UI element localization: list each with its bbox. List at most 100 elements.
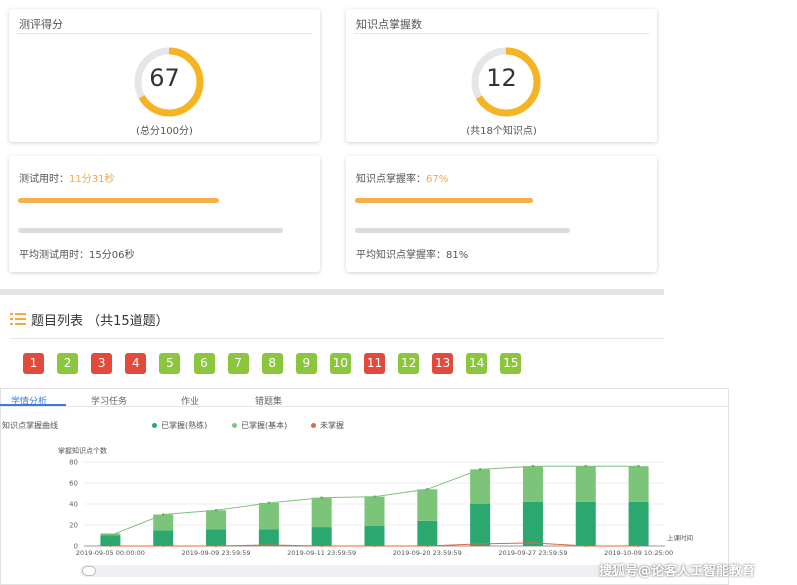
- bar-basic: [258, 502, 279, 530]
- question-button-9[interactable]: 9: [295, 353, 317, 374]
- total-point: [478, 468, 482, 471]
- total-point: [531, 464, 535, 468]
- question-button-12[interactable]: 12: [398, 353, 420, 374]
- mastery-chart: 掌握知识点个数0204060802019-09-05 00:00:00 2019-…: [58, 446, 693, 557]
- list-icon: [10, 311, 26, 325]
- x-tick-label: 2019-10-09 10:25:00: [604, 549, 673, 557]
- bar-skilled: [417, 520, 438, 546]
- rate-label: 知识点掌握率：: [356, 174, 426, 185]
- bar-basic: [522, 466, 543, 502]
- question-button-3[interactable]: 3: [91, 353, 113, 374]
- bar-skilled: [364, 526, 385, 546]
- legend-dot: [232, 423, 237, 428]
- knowledge-card: 知识点掌握数 12 (共18个知识点): [346, 9, 657, 142]
- tab-wrong-questions[interactable]: 错题集: [255, 394, 282, 407]
- watermark: 搜狐号@论客人工智能教育: [599, 564, 756, 579]
- bar-basic: [575, 466, 596, 502]
- question-button-13[interactable]: 13: [432, 353, 454, 374]
- legend-not-mastered: 未掌握: [311, 420, 344, 431]
- knowledge-value: 12: [486, 64, 517, 92]
- tab-tasks[interactable]: 学习任务: [91, 394, 127, 407]
- not-mastered-point: [373, 545, 376, 547]
- question-button-15[interactable]: 15: [500, 353, 522, 374]
- not-mastered-point: [215, 545, 218, 547]
- avg-time-stat: 平均测试用时：15分06秒: [19, 250, 135, 261]
- avg-rate-progress-bar: [355, 228, 570, 233]
- question-button-8[interactable]: 8: [261, 353, 283, 374]
- time-label: 测试用时：: [19, 174, 69, 185]
- bar-skilled: [258, 529, 279, 546]
- rate-stat: 知识点掌握率：67%: [356, 170, 448, 185]
- bar-skilled: [206, 529, 227, 546]
- bar-basic: [417, 489, 438, 521]
- total-point: [320, 496, 323, 499]
- x-tick-label: 2019-09-20 23:59:59: [393, 549, 462, 557]
- question-button-7[interactable]: 7: [227, 353, 249, 374]
- time-stat: 测试用时：11分31秒: [19, 170, 114, 185]
- x-axis-label: 上课时间: [667, 533, 693, 542]
- question-button-4[interactable]: 4: [125, 353, 147, 374]
- legend-label: 未掌握: [320, 421, 344, 430]
- not-mastered-point: [426, 545, 429, 547]
- divider: [10, 338, 664, 339]
- x-tick-label: 2019-09-09 23:59:59: [182, 549, 251, 557]
- not-mastered-point: [109, 545, 112, 547]
- legend-label: 已掌握(熟练): [161, 421, 208, 430]
- total-point: [426, 488, 429, 491]
- x-tick-label: 2019-09-05 00:00:00: [76, 549, 145, 557]
- total-point: [584, 464, 588, 468]
- y-axis-label: 掌握知识点个数: [58, 446, 107, 455]
- bar-skilled: [153, 530, 174, 546]
- bar-skilled: [575, 501, 596, 546]
- score-sub: (总分100分): [136, 126, 193, 137]
- not-mastered-point: [479, 542, 482, 545]
- time-value: 11分31秒: [69, 174, 115, 185]
- bar-skilled: [470, 504, 491, 546]
- time-card: 测试用时：11分31秒 平均测试用时：15分06秒: [9, 156, 320, 272]
- legend-skilled: 已掌握(熟练): [152, 420, 207, 431]
- bar-basic: [628, 466, 649, 502]
- bar-skilled: [522, 501, 543, 546]
- total-point: [161, 513, 165, 516]
- bar-basic: [311, 497, 332, 528]
- bar-basic: [470, 469, 491, 504]
- not-mastered-point: [320, 545, 323, 547]
- avg-rate-stat: 平均知识点掌握率：81%: [356, 250, 469, 261]
- legend-basic: 已掌握(基本): [232, 420, 287, 431]
- tab-homework[interactable]: 作业: [181, 394, 199, 407]
- question-button-10[interactable]: 10: [329, 353, 351, 374]
- not-mastered-point: [267, 543, 270, 546]
- tab-analysis[interactable]: 学情分析: [11, 394, 47, 407]
- score-card: 测评得分 67 (总分100分): [9, 9, 320, 142]
- total-point: [214, 509, 218, 512]
- y-tick-label: 20: [69, 522, 78, 530]
- question-button-5[interactable]: 5: [159, 353, 181, 374]
- knowledge-card-title: 知识点掌握数: [356, 18, 422, 31]
- question-button-6[interactable]: 6: [193, 353, 215, 374]
- score-card-title: 测评得分: [19, 18, 63, 31]
- y-tick-label: 40: [69, 501, 78, 509]
- bar-skilled: [100, 535, 121, 546]
- question-list-title: 题目列表 （共15道题）: [31, 314, 169, 329]
- scrollbar-handle[interactable]: [82, 566, 96, 576]
- x-tick-label: 2019-09-11 23:59:59: [287, 549, 356, 557]
- divider: [354, 33, 649, 34]
- not-mastered-point: [531, 541, 534, 544]
- question-button-1[interactable]: 1: [23, 353, 44, 374]
- question-button-14[interactable]: 14: [466, 353, 488, 374]
- total-point: [637, 464, 640, 468]
- bar-skilled: [311, 527, 332, 546]
- divider: [17, 33, 312, 34]
- legend-dot: [152, 423, 157, 428]
- question-button-2[interactable]: 2: [57, 353, 79, 374]
- legend-label: 已掌握(基本): [241, 421, 288, 430]
- bar-basic: [364, 496, 385, 527]
- bar-basic: [206, 510, 227, 530]
- avg-time-progress-bar: [18, 228, 283, 233]
- question-button-11[interactable]: 11: [364, 353, 385, 374]
- total-point: [373, 495, 376, 498]
- knowledge-sub: (共18个知识点): [466, 126, 537, 137]
- not-mastered-point: [584, 545, 587, 547]
- chart-title: 知识点掌握曲线: [2, 421, 58, 430]
- rate-progress-bar: [355, 198, 533, 203]
